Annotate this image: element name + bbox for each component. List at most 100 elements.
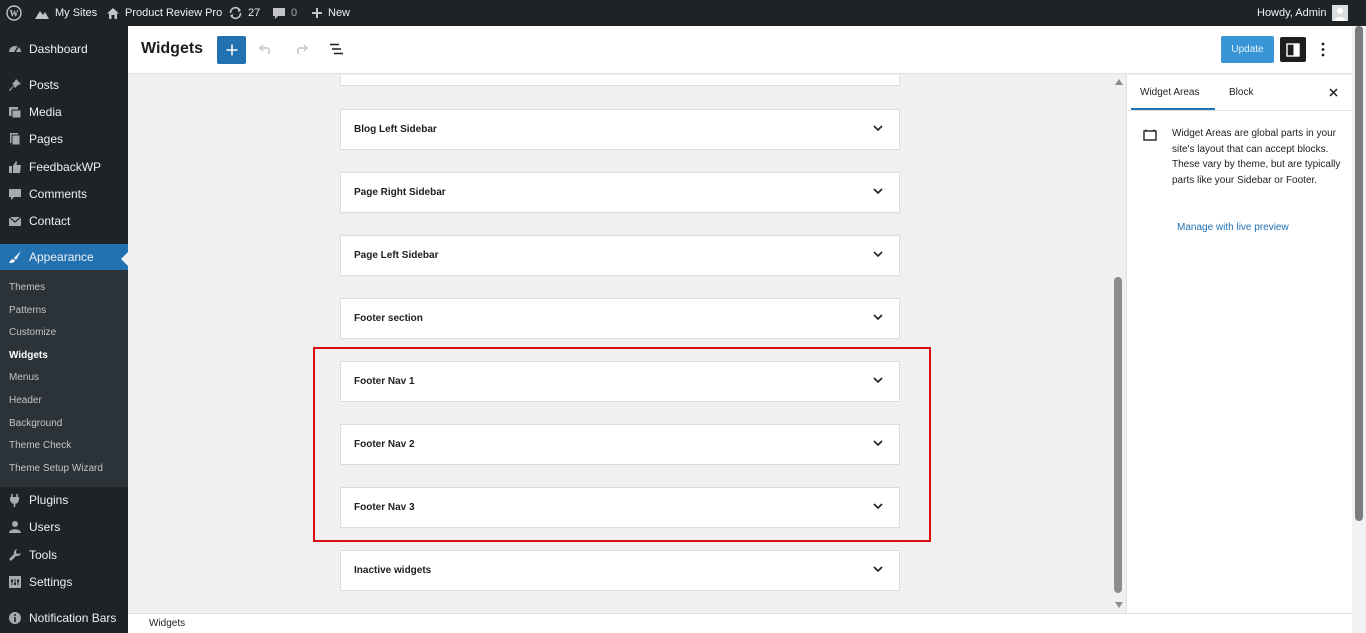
update-button[interactable]: Update — [1221, 36, 1274, 63]
settings-toggle-button[interactable] — [1280, 37, 1306, 62]
sidebar-item-notification-bars[interactable]: Notification Bars — [0, 610, 128, 626]
sidebar-panel-icon — [1286, 42, 1300, 57]
widgets-canvas: Blog Left Sidebar Page Right Sidebar Pag… — [128, 75, 1112, 613]
chevron-down-icon[interactable] — [873, 249, 883, 259]
plus-icon — [312, 8, 322, 18]
new-content-link[interactable]: New — [311, 0, 350, 26]
chevron-down-icon[interactable] — [873, 312, 883, 322]
submenu-item-patterns[interactable]: Patterns — [9, 305, 46, 316]
widget-areas-description: Widget Areas are global parts in your si… — [1172, 128, 1341, 186]
comment-bubble-icon — [273, 7, 285, 19]
canvas-scrollbar-thumb[interactable] — [1114, 277, 1122, 593]
sidebar-item-label: Plugins — [29, 493, 69, 507]
plus-icon — [226, 44, 237, 56]
wordpress-logo-icon[interactable]: W — [6, 0, 22, 26]
panel-divider — [1127, 110, 1353, 111]
admin-sidebar: Dashboard Posts Media Pages FeedbackWP C… — [0, 26, 128, 633]
my-sites-label: My Sites — [55, 7, 98, 19]
widget-area-inactive-widgets[interactable]: Inactive widgets — [340, 550, 900, 591]
chevron-down-icon[interactable] — [873, 186, 883, 196]
options-button[interactable] — [1320, 42, 1326, 57]
howdy-label: Howdy, Admin — [1257, 7, 1327, 19]
sidebar-item-label: Appearance — [29, 250, 94, 264]
list-view-button[interactable] — [329, 43, 344, 55]
sidebar-item-dashboard[interactable]: Dashboard — [0, 41, 128, 57]
redo-button[interactable] — [294, 43, 308, 55]
widget-area-partial[interactable] — [340, 75, 900, 86]
plugin-icon — [10, 494, 19, 507]
editor-header: Widgets Update — [128, 26, 1352, 74]
submenu-item-theme-check[interactable]: Theme Check — [9, 440, 71, 451]
mail-icon — [8, 216, 22, 226]
canvas-scrollbar[interactable] — [1112, 75, 1126, 613]
sidebar-item-label: Tools — [29, 548, 58, 562]
scroll-up-arrow-icon[interactable] — [1115, 79, 1123, 85]
comments-count: 0 — [291, 7, 298, 19]
my-sites-link[interactable]: My Sites — [34, 0, 97, 26]
appearance-submenu: Themes Patterns Customize Widgets Menus … — [0, 270, 128, 487]
media-icon — [9, 107, 22, 119]
sidebar-item-contact[interactable]: Contact — [0, 213, 128, 229]
more-vertical-icon — [1321, 42, 1325, 57]
submenu-item-header[interactable]: Header — [9, 395, 42, 406]
sidebar-item-label: FeedbackWP — [29, 160, 102, 174]
comment-icon — [9, 189, 21, 200]
wrench-icon — [9, 549, 21, 561]
comments-link[interactable]: 0 — [272, 0, 297, 26]
pages-icon — [10, 133, 21, 146]
site-name-link[interactable]: Product Review Pro — [106, 0, 222, 26]
updates-link[interactable]: 27 — [228, 0, 260, 26]
submenu-item-menus[interactable]: Menus — [9, 372, 39, 383]
tab-block[interactable]: Block — [1229, 87, 1253, 98]
submenu-item-background[interactable]: Background — [9, 418, 62, 429]
submenu-item-widgets[interactable]: Widgets — [9, 350, 48, 361]
close-icon[interactable] — [1329, 88, 1338, 97]
widget-area-footer-section[interactable]: Footer section — [340, 298, 900, 339]
widget-area-blog-left-sidebar[interactable]: Blog Left Sidebar — [340, 109, 900, 150]
sidebar-item-pages[interactable]: Pages — [0, 131, 128, 147]
tab-widget-areas[interactable]: Widget Areas — [1140, 87, 1199, 98]
dashboard-icon — [9, 46, 21, 53]
submenu-item-themes[interactable]: Themes — [9, 282, 45, 293]
account-menu[interactable]: Howdy, Admin — [1257, 0, 1348, 26]
chevron-down-icon[interactable] — [873, 564, 883, 574]
widget-area-title: Blog Left Sidebar — [354, 124, 437, 135]
avatar — [1331, 5, 1348, 21]
widget-area-title: Page Right Sidebar — [354, 187, 446, 198]
active-menu-arrow — [121, 252, 128, 266]
sidebar-item-label: Settings — [29, 575, 73, 589]
sidebar-item-label: Dashboard — [29, 42, 88, 56]
sidebar-item-tools[interactable]: Tools — [0, 547, 128, 563]
widget-area-page-right-sidebar[interactable]: Page Right Sidebar — [340, 172, 900, 213]
sidebar-item-label: Notification Bars — [29, 611, 117, 625]
page-scrollbar[interactable] — [1352, 26, 1366, 633]
sidebar-item-media[interactable]: Media — [0, 104, 128, 120]
undo-button[interactable] — [259, 43, 273, 55]
sidebar-item-feedbackwp[interactable]: FeedbackWP — [0, 159, 128, 175]
submenu-item-theme-setup-wizard[interactable]: Theme Setup Wizard — [9, 463, 103, 474]
breadcrumb[interactable]: Widgets — [149, 618, 185, 629]
sidebar-item-plugins[interactable]: Plugins — [0, 492, 128, 508]
add-block-button[interactable] — [217, 36, 246, 64]
redo-icon — [297, 44, 308, 55]
sidebar-item-label: Comments — [29, 187, 88, 201]
users-icon — [9, 521, 21, 533]
sidebar-item-label: Media — [29, 105, 62, 119]
sidebar-item-users[interactable]: Users — [0, 519, 128, 535]
sidebar-item-posts[interactable]: Posts — [0, 77, 128, 93]
sidebar-item-appearance[interactable]: Appearance — [0, 244, 128, 270]
widget-area-title: Page Left Sidebar — [354, 250, 439, 261]
submenu-item-customize[interactable]: Customize — [9, 327, 56, 338]
undo-icon — [259, 44, 270, 55]
sidebar-item-comments[interactable]: Comments — [0, 186, 128, 202]
sidebar-item-settings[interactable]: Settings — [0, 574, 128, 590]
widget-area-title: Inactive widgets — [354, 565, 432, 576]
page-scrollbar-thumb[interactable] — [1355, 26, 1363, 521]
scroll-down-arrow-icon[interactable] — [1115, 602, 1123, 608]
sidebar-item-label: Contact — [29, 214, 71, 228]
manage-live-preview-link[interactable]: Manage with live preview — [1177, 222, 1289, 233]
widget-area-page-left-sidebar[interactable]: Page Left Sidebar — [340, 235, 900, 276]
widget-area-title: Footer section — [354, 313, 423, 324]
chevron-down-icon[interactable] — [873, 123, 883, 133]
my-sites-icon — [35, 10, 49, 19]
